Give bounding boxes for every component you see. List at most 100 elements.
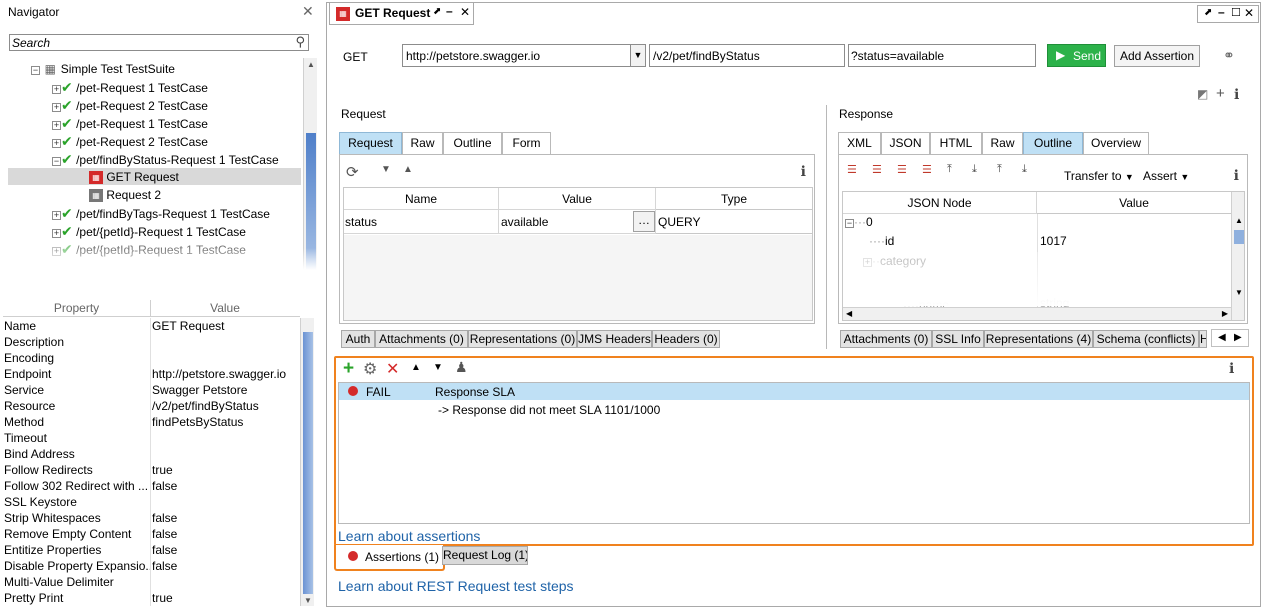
scroll-left-icon[interactable]: ◀ bbox=[846, 309, 852, 318]
property-row[interactable]: Disable Property Expansio... false bbox=[3, 558, 298, 574]
align-bottom-icon[interactable]: ⤓ bbox=[972, 163, 977, 176]
tab-representations[interactable]: Representations (4) bbox=[984, 330, 1093, 348]
property-row[interactable]: Bind Address bbox=[3, 446, 298, 462]
navigator-scrollbar[interactable]: ▲ bbox=[303, 58, 317, 270]
align-top-icon[interactable]: ⤒ bbox=[947, 163, 952, 176]
add-assertion-button[interactable]: Add Assertion bbox=[1114, 45, 1200, 67]
user-icon[interactable]: ♟ bbox=[455, 359, 468, 376]
scroll-right-icon[interactable]: ▶ bbox=[1234, 332, 1242, 343]
hide-icon[interactable]: ◩ bbox=[1197, 87, 1208, 101]
split-divider[interactable] bbox=[826, 105, 827, 349]
info-icon[interactable]: ℹ bbox=[1234, 86, 1239, 103]
tab-attachments[interactable]: Attachments (0) bbox=[375, 330, 468, 348]
tab-outline[interactable]: Outline bbox=[443, 132, 502, 154]
property-row[interactable]: Entitize Properties false bbox=[3, 542, 298, 558]
property-row[interactable]: Resource/v2/pet/findByStatus bbox=[3, 398, 298, 414]
collapse-icon[interactable]: − bbox=[31, 66, 40, 75]
search-input[interactable]: Search bbox=[12, 36, 50, 50]
close-icon[interactable]: ✕ bbox=[302, 3, 314, 20]
property-row[interactable]: Description bbox=[3, 334, 298, 350]
delete-icon[interactable]: ✕ bbox=[386, 359, 399, 379]
tree-item-request-2[interactable]: ▦ Request 2 bbox=[89, 186, 161, 204]
param-name[interactable]: status bbox=[344, 210, 499, 234]
navigator-search[interactable]: Search ⚲ bbox=[9, 34, 309, 51]
expand-icon[interactable]: + bbox=[52, 229, 61, 238]
property-value[interactable]: true bbox=[152, 462, 298, 478]
editor-tab[interactable]: ▦ GET Request ⬈ – ✕ bbox=[329, 3, 474, 25]
property-value[interactable]: false bbox=[152, 526, 298, 542]
gear-icon[interactable]: ⚙ bbox=[363, 359, 377, 379]
plus-icon[interactable]: + bbox=[1216, 85, 1225, 102]
property-row[interactable]: Endpoint http://petstore.swagger.io bbox=[3, 366, 298, 382]
tab-form[interactable]: Form bbox=[502, 132, 551, 154]
move-down-icon[interactable]: ▼ bbox=[433, 362, 443, 373]
scroll-down-icon[interactable]: ▼ bbox=[1232, 288, 1244, 297]
expand-icon[interactable]: + bbox=[52, 211, 61, 220]
property-row[interactable]: Service Swagger Petstore bbox=[3, 382, 298, 398]
close-tab-icon[interactable]: ✕ bbox=[460, 5, 470, 19]
tab-html[interactable]: HTML bbox=[930, 132, 982, 154]
tree-item[interactable]: +✔ /pet/{petId}-Request 1 TestCase bbox=[52, 222, 246, 240]
table-row[interactable]: status available … QUERY bbox=[344, 210, 812, 234]
scroll-thumb[interactable] bbox=[303, 332, 313, 594]
resource-field[interactable]: /v2/pet/findByStatus bbox=[649, 44, 845, 67]
property-row[interactable]: Follow 302 Redirect with ... false bbox=[3, 478, 298, 494]
info-icon[interactable]: ℹ bbox=[801, 163, 806, 180]
json-node-0[interactable]: − ···0 bbox=[845, 215, 873, 229]
tab-assertions[interactable]: Assertions (1) bbox=[339, 547, 440, 567]
property-value[interactable]: false bbox=[152, 478, 298, 494]
tab-more[interactable]: H bbox=[1199, 330, 1207, 348]
tree-item[interactable]: + ✔ /pet-Request 2 TestCase bbox=[52, 96, 208, 114]
tab-outline[interactable]: Outline bbox=[1023, 132, 1083, 154]
tab-xml[interactable]: XML bbox=[838, 132, 881, 154]
json-hscrollbar[interactable]: ◀ ▶ bbox=[843, 307, 1231, 320]
expand-icon[interactable]: + bbox=[52, 121, 61, 130]
property-value[interactable]: findPetsByStatus bbox=[152, 414, 298, 430]
tab-attachments[interactable]: Attachments (0) bbox=[840, 330, 932, 348]
tab-headers[interactable]: Headers (0) bbox=[652, 330, 720, 348]
property-value[interactable]: /v2/pet/findByStatus bbox=[152, 398, 298, 414]
tab-json[interactable]: JSON bbox=[881, 132, 930, 154]
assertion-row[interactable]: FAIL Response SLA bbox=[339, 383, 1249, 400]
collapse-icon[interactable]: − bbox=[845, 219, 854, 228]
property-value[interactable]: GET Request bbox=[152, 318, 298, 334]
tab-jms-headers[interactable]: JMS Headers bbox=[577, 330, 652, 348]
tab-request-log[interactable]: Request Log (1) bbox=[442, 546, 528, 565]
scroll-down-icon[interactable]: ▼ bbox=[301, 596, 315, 605]
tree-item-get-request[interactable]: ▦ GET Request bbox=[89, 168, 179, 186]
scroll-thumb[interactable] bbox=[1234, 230, 1244, 244]
minimize-icon[interactable]: – bbox=[446, 4, 453, 18]
tree-item[interactable]: + ✔ /pet-Request 1 TestCase bbox=[52, 78, 208, 96]
close-window-icon[interactable]: ✕ bbox=[1244, 6, 1254, 20]
property-row[interactable]: Remove Empty Content false bbox=[3, 526, 298, 542]
align-down-icon[interactable]: ⤓ bbox=[1022, 163, 1027, 176]
tree-item[interactable]: + ✔ /pet-Request 2 TestCase bbox=[52, 132, 208, 150]
minimize-icon[interactable]: – bbox=[1218, 5, 1225, 19]
detach-icon[interactable]: ⬈ bbox=[1204, 7, 1212, 18]
property-row[interactable]: Follow Redirects true bbox=[3, 462, 298, 478]
property-row[interactable]: Encoding bbox=[3, 350, 298, 366]
scroll-up-icon[interactable]: ▲ bbox=[304, 60, 318, 69]
property-row[interactable]: Pretty Print true bbox=[3, 590, 298, 606]
scroll-right-icon[interactable]: ▶ bbox=[1222, 309, 1228, 318]
json-node-id[interactable]: ····id bbox=[869, 234, 894, 248]
expand-icon[interactable]: + bbox=[52, 85, 61, 94]
param-type[interactable]: QUERY bbox=[658, 210, 808, 234]
property-row[interactable]: Multi-Value Delimiter bbox=[3, 574, 298, 590]
scroll-left-icon[interactable]: ◀ bbox=[1218, 332, 1226, 343]
expand-icon[interactable]: + bbox=[52, 103, 61, 112]
property-row[interactable]: Timeout bbox=[3, 430, 298, 446]
property-row[interactable]: Strip Whitespaces false bbox=[3, 510, 298, 526]
tree-item[interactable]: + ✔ /pet/findByTags-Request 1 TestCase bbox=[52, 204, 270, 222]
maximize-icon[interactable]: ☐ bbox=[1231, 6, 1241, 19]
add-assertion-icon[interactable]: + bbox=[343, 358, 354, 380]
property-row[interactable]: SSL Keystore bbox=[3, 494, 298, 510]
align-up-icon[interactable]: ⤒ bbox=[997, 163, 1002, 176]
property-value[interactable]: true bbox=[152, 590, 298, 606]
move-down-icon[interactable]: ▼ bbox=[381, 164, 391, 175]
json-scrollbar[interactable]: ▲ ▼ bbox=[1231, 192, 1244, 320]
property-row[interactable]: Method findPetsByStatus bbox=[3, 414, 298, 430]
collapse-icon[interactable]: − bbox=[52, 157, 61, 166]
expand-icon[interactable]: + bbox=[52, 139, 61, 148]
property-value[interactable]: false bbox=[152, 558, 298, 574]
